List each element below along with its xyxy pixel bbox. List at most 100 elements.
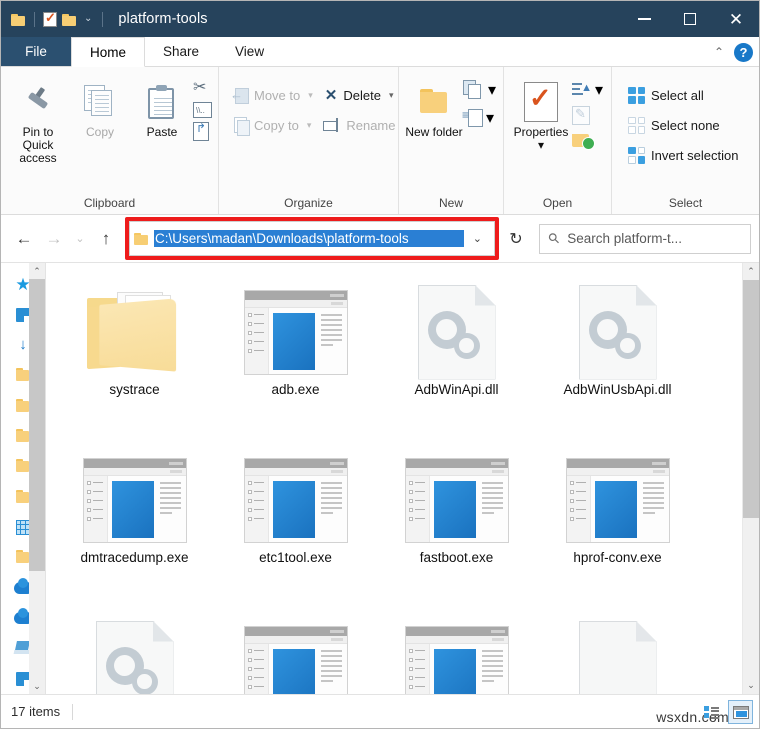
file-item[interactable]: fastboot.exe [376,441,537,609]
forward-button[interactable]: → [39,224,69,254]
address-field-wrapper: C:\Users\madan\Downloads\platform-tools … [125,217,499,260]
ribbon-group-open: Properties ▾ ▲ ▾ Open [504,67,612,214]
button-label: Paste [146,125,178,139]
tab-view[interactable]: View [217,37,282,66]
chevron-down-icon[interactable]: ▾ [595,80,603,100]
select-none-button[interactable]: Select none [622,110,726,140]
close-button[interactable]: ✕ [713,1,759,37]
large-icons-view-button[interactable] [728,700,753,724]
view-toggles [699,695,753,729]
edit-icon[interactable] [572,106,590,125]
file-item[interactable]: AdbWinUsbApi.dll [537,273,698,441]
close-icon: ✕ [728,9,744,29]
search-box[interactable]: ⚲ Search platform-t... [539,223,751,254]
file-item[interactable] [215,609,376,694]
file-item[interactable] [537,609,698,694]
details-view-button[interactable] [699,700,724,724]
scroll-up-icon[interactable]: ⌃ [743,263,759,280]
content-area: ★ ↓ ⌃ ⌄ systrace adb.exe AdbWinApi.dll A… [1,263,759,694]
large-icons-view-icon [732,705,749,719]
scroll-up-icon[interactable]: ⌃ [33,263,41,279]
back-button[interactable]: ← [9,224,39,254]
move-to-button[interactable]: Move to ▾ [225,80,319,110]
button-label: Rename [346,117,396,133]
copy-button[interactable]: Copy [69,75,131,139]
delete-button[interactable]: ✕ Delete ▾ [319,80,400,110]
file-item[interactable]: dmtracedump.exe [54,441,215,609]
search-placeholder: Search platform-t... [567,231,683,246]
button-label: Select all [651,87,704,103]
dll-icon [417,283,496,381]
history-icon[interactable] [572,131,595,150]
chevron-down-icon: ▾ [306,119,312,130]
divider [34,11,35,27]
maximize-button[interactable] [667,1,713,37]
chevron-down-icon: ⌄ [75,233,85,245]
scroll-down-icon[interactable]: ⌄ [33,678,41,694]
file-list-scrollbar[interactable]: ⌃ ⌄ [742,263,759,694]
scroll-down-icon[interactable]: ⌄ [743,677,759,694]
group-label-open: Open [542,196,573,210]
folder-icon [86,283,183,381]
select-all-button[interactable]: Select all [622,80,710,110]
file-item[interactable] [376,609,537,694]
up-button[interactable]: ↑ [91,224,121,254]
forward-arrow-icon: → [45,228,63,248]
file-item[interactable]: systrace [54,273,215,441]
pin-to-quick-access-button[interactable]: Pin to Quick access [7,75,69,165]
copy-to-button[interactable]: Copy to ▾ [225,110,317,140]
recent-locations-button[interactable]: ⌄ [69,224,91,254]
document-icon [578,619,657,694]
tab-file[interactable]: File [1,37,71,66]
easy-access-icon[interactable] [462,108,483,128]
window-controls: ✕ [621,1,759,37]
group-label-select: Select [668,196,703,210]
tab-share[interactable]: Share [145,37,217,66]
copy-path-icon[interactable]: \\.. [193,102,212,118]
file-item[interactable]: AdbWinApi.dll [376,273,537,441]
help-button[interactable]: ? [734,42,753,62]
properties-icon[interactable] [43,10,57,27]
file-name: adb.exe [271,382,320,397]
file-item[interactable]: etc1tool.exe [215,441,376,609]
paste-shortcut-icon[interactable] [193,121,209,141]
minimize-button[interactable] [621,1,667,37]
chevron-down-icon[interactable]: ▾ [538,139,544,152]
new-item-icon[interactable] [463,80,485,100]
refresh-button[interactable]: ↻ [499,224,533,254]
scissors-icon[interactable]: ✂ [193,80,211,98]
nav-pane-scrollbar[interactable]: ⌃ ⌄ [29,263,45,694]
move-to-icon [230,87,249,104]
status-bar: 17 items wsxdn.com [1,694,759,728]
refresh-icon: ↻ [509,230,523,248]
file-name: etc1tool.exe [259,550,332,565]
button-label: Copy to [254,117,299,133]
invert-selection-button[interactable]: Invert selection [622,140,744,170]
scrollbar-thumb[interactable] [743,280,759,518]
back-arrow-icon: ← [15,228,33,248]
chevron-down-icon[interactable]: ▾ [486,108,494,128]
chevron-down-icon[interactable]: ⌄ [82,14,94,24]
folder-icon[interactable] [11,13,26,26]
chevron-up-icon[interactable]: ⌃ [714,45,724,59]
item-count: 17 items [11,704,61,719]
scrollbar-thumb[interactable] [29,279,45,571]
properties-button[interactable]: Properties ▾ [510,75,572,152]
exe-icon [243,619,348,694]
button-label: Pin to Quick access [19,125,57,165]
rename-button[interactable]: Rename [317,110,401,140]
file-item[interactable]: hprof-conv.exe [537,441,698,609]
minimize-icon [637,18,651,20]
chevron-down-icon[interactable]: ▾ [488,80,496,100]
paste-button[interactable]: Paste [131,75,193,139]
open-icon[interactable]: ▲ [572,81,592,99]
select-none-icon [628,116,645,134]
dll-icon [578,283,657,381]
file-item[interactable]: adb.exe [215,273,376,441]
new-folder-icon[interactable] [62,13,77,26]
delete-x-icon: ✕ [324,86,338,104]
exe-icon [243,451,348,549]
new-folder-button[interactable]: New folder [405,75,463,139]
file-item[interactable] [54,609,215,694]
tab-home[interactable]: Home [71,37,146,67]
